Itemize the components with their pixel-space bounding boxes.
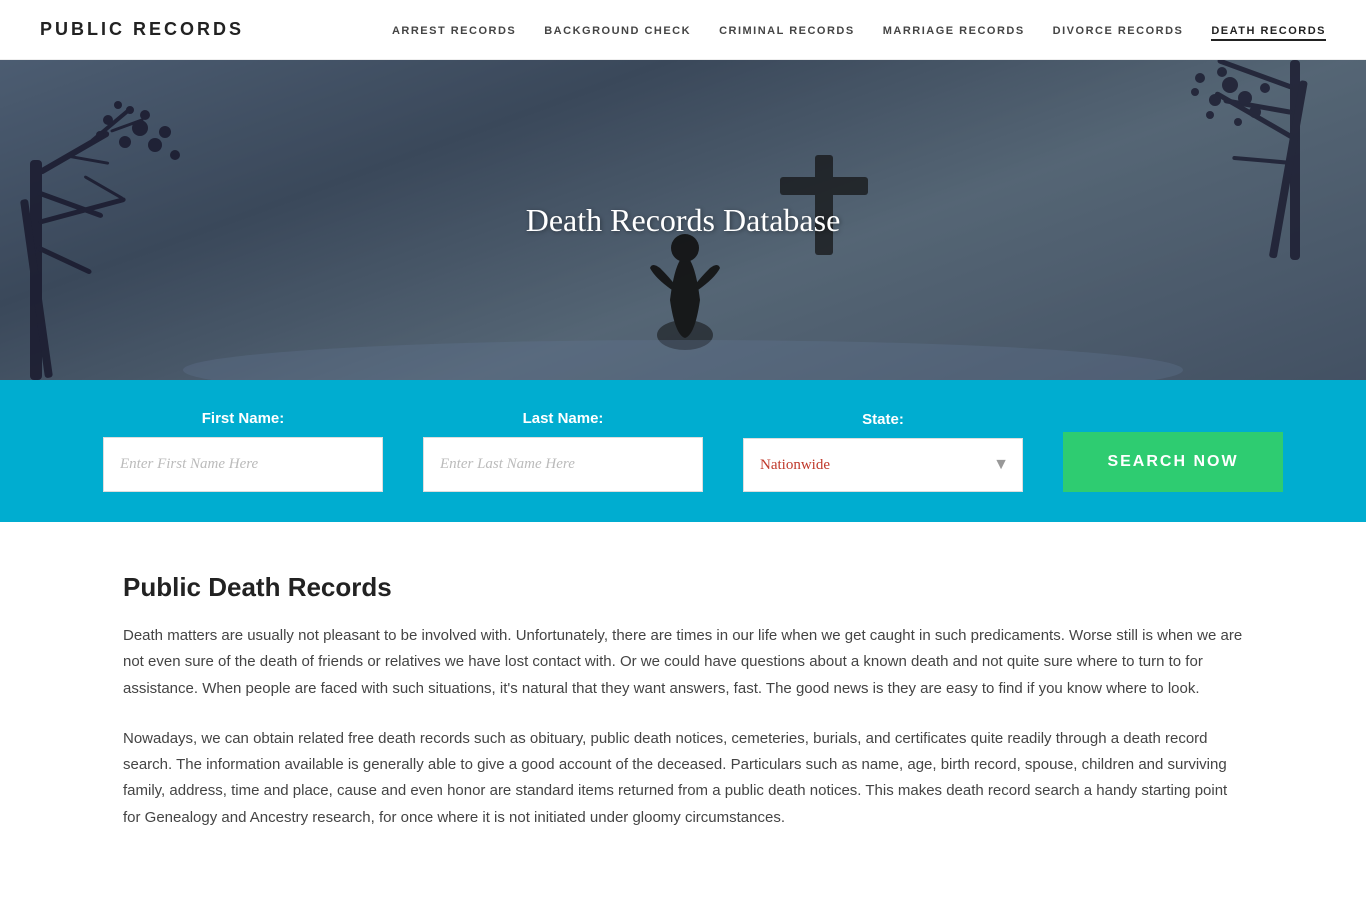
nav-link-arrest[interactable]: ARREST RECORDS: [392, 25, 516, 37]
navbar: PUBLIC RECORDS ARREST RECORDS BACKGROUND…: [0, 0, 1366, 60]
first-name-input[interactable]: [103, 437, 383, 492]
search-section: First Name: Last Name: State: Nationwide…: [0, 380, 1366, 522]
site-logo[interactable]: PUBLIC RECORDS: [40, 19, 244, 40]
last-name-input[interactable]: [423, 437, 703, 492]
nav-links: ARREST RECORDS BACKGROUND CHECK CRIMINAL…: [392, 21, 1326, 39]
nav-item-death[interactable]: DEATH RECORDS: [1211, 21, 1326, 39]
nav-link-divorce[interactable]: DIVORCE RECORDS: [1053, 25, 1184, 37]
nav-item-divorce[interactable]: DIVORCE RECORDS: [1053, 21, 1184, 39]
content-paragraph-2: Nowadays, we can obtain related free dea…: [123, 726, 1243, 831]
nav-link-criminal[interactable]: CRIMINAL RECORDS: [719, 25, 855, 37]
nav-item-marriage[interactable]: MARRIAGE RECORDS: [883, 21, 1025, 39]
nav-link-background[interactable]: BACKGROUND CHECK: [544, 25, 691, 37]
content-paragraph-1: Death matters are usually not pleasant t…: [123, 623, 1243, 702]
nav-link-marriage[interactable]: MARRIAGE RECORDS: [883, 25, 1025, 37]
nav-item-criminal[interactable]: CRIMINAL RECORDS: [719, 21, 855, 39]
content-heading: Public Death Records: [123, 572, 1243, 603]
hero-title: Death Records Database: [526, 202, 841, 239]
first-name-field: First Name:: [83, 410, 403, 492]
search-form: First Name: Last Name: State: Nationwide…: [83, 410, 1283, 492]
nav-item-background[interactable]: BACKGROUND CHECK: [544, 21, 691, 39]
state-select[interactable]: Nationwide Alabama Alaska Arizona Califo…: [743, 438, 1023, 492]
first-name-label: First Name:: [103, 410, 383, 427]
nav-link-death[interactable]: DEATH RECORDS: [1211, 25, 1326, 41]
nav-item-arrest[interactable]: ARREST RECORDS: [392, 21, 516, 39]
last-name-label: Last Name:: [423, 410, 703, 427]
last-name-field: Last Name:: [403, 410, 723, 492]
main-content: Public Death Records Death matters are u…: [83, 522, 1283, 915]
search-button[interactable]: SEARCH NOW: [1063, 432, 1283, 492]
state-select-wrapper: Nationwide Alabama Alaska Arizona Califo…: [743, 438, 1023, 492]
hero-section: Death Records Database: [0, 60, 1366, 380]
state-label: State:: [743, 411, 1023, 428]
state-field: State: Nationwide Alabama Alaska Arizona…: [723, 411, 1043, 492]
